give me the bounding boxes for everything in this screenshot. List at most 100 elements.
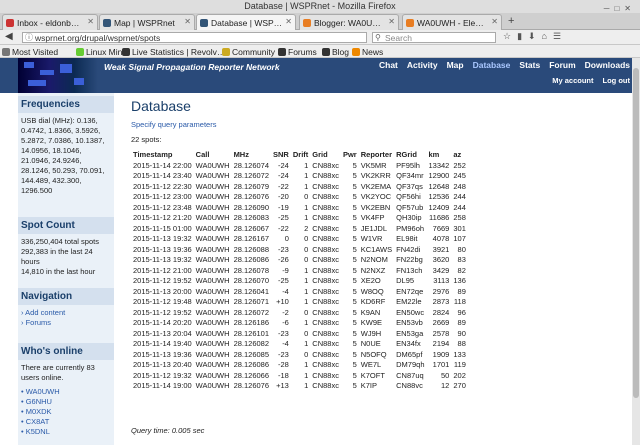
url-bar[interactable]: ⓘ wsprnet.org/drupal/wsprnet/spots xyxy=(22,32,367,43)
table-cell: WJ9H xyxy=(360,328,382,338)
bookmarks-bar: Most Visited Linux Mint Live Statistics | … xyxy=(0,45,640,58)
table-cell: EL98it xyxy=(396,234,418,244)
site-tagline: Weak Signal Propagation Reporter Network xyxy=(104,62,280,72)
table-cell: CN88xc xyxy=(312,328,339,338)
online-user[interactable]: • CX8AT xyxy=(21,417,111,427)
bookmark-item[interactable]: Live Statistics | Revolv… xyxy=(122,47,225,57)
navigation-item[interactable]: › Add content xyxy=(21,308,111,318)
user-nav-link[interactable]: My account xyxy=(552,76,593,85)
nav-link[interactable]: Chat xyxy=(379,60,398,70)
table-cell: 5 xyxy=(352,339,357,349)
column-header: km xyxy=(428,150,440,159)
browser-tab[interactable]: Map | WSPRnet ✕ xyxy=(99,14,195,30)
table-cell: KW9E xyxy=(360,318,382,328)
table-cell: 1701 xyxy=(432,360,450,370)
table-cell: 5 xyxy=(352,297,357,307)
wsprnet-logo[interactable] xyxy=(18,58,98,93)
table-cell: FN42di xyxy=(396,244,421,254)
table-cell: +10 xyxy=(276,297,289,307)
online-user[interactable]: • G6NHU xyxy=(21,397,111,407)
table-cell: WA0UWH xyxy=(195,213,230,223)
online-user[interactable]: • M0XDK xyxy=(21,407,111,417)
table-cell: -23 xyxy=(278,349,289,359)
online-user[interactable]: • K5DNL xyxy=(21,427,111,437)
navigation-item[interactable]: › Forums xyxy=(21,318,111,328)
table-cell: 50 xyxy=(441,370,450,380)
nav-link[interactable]: Downloads xyxy=(585,60,630,70)
bookmark-item[interactable]: Community xyxy=(222,47,275,57)
nav-link[interactable]: Database xyxy=(473,60,511,70)
online-user-name: WA0UWH xyxy=(25,387,60,396)
table-cell: 28.126086 xyxy=(233,255,270,265)
table-cell: 2015-11-14 20:20 xyxy=(133,318,192,328)
table-cell: 1 xyxy=(304,265,309,275)
table-cell: 0 xyxy=(304,307,309,317)
table-cell: 301 xyxy=(453,223,466,233)
nav-link[interactable]: Map xyxy=(447,60,464,70)
bookmark-icon xyxy=(222,48,230,56)
table-cell: 28.126085 xyxy=(233,349,270,359)
online-user[interactable]: • WA0UWH xyxy=(21,387,111,397)
table-cell: -25 xyxy=(278,213,289,223)
window-titlebar: Database | WSPRnet - Mozilla Firefox ─□✕ xyxy=(0,0,640,13)
back-arrow-icon[interactable]: ◀ xyxy=(5,31,13,42)
table-cell: KD6RF xyxy=(360,297,386,307)
table-cell: -18 xyxy=(278,370,289,380)
bookmark-item[interactable]: News xyxy=(352,47,383,57)
table-cell: 245 xyxy=(453,171,466,181)
bookmark-item[interactable]: Linux Mint xyxy=(76,47,125,57)
navigation-item-label: Add content xyxy=(25,308,66,317)
table-cell: 5 xyxy=(352,349,357,359)
table-cell: 5 xyxy=(352,192,357,202)
user-nav-link[interactable]: Log out xyxy=(603,76,631,85)
bookmark-item[interactable]: Most Visited xyxy=(2,47,58,57)
search-placeholder: Search xyxy=(385,33,412,43)
table-cell: 28.126076 xyxy=(233,192,270,202)
table-cell: WA0UWH xyxy=(195,381,230,391)
navigation-block: Navigation › Add content › Forums xyxy=(18,288,114,331)
nav-link[interactable]: Activity xyxy=(407,60,438,70)
close-tab-icon[interactable]: ✕ xyxy=(87,17,94,26)
column-header: Call xyxy=(195,150,210,159)
table-cell: 1 xyxy=(304,360,309,370)
column-header: Grid xyxy=(312,150,328,159)
table-cell: 270 xyxy=(453,381,466,391)
browser-tab[interactable]: Blogger: WA0U… ✕ xyxy=(299,14,399,30)
table-cell: N0UE xyxy=(360,339,381,349)
tab-favicon-icon xyxy=(6,19,14,27)
table-cell: 5 xyxy=(352,381,357,391)
vertical-scrollbar[interactable] xyxy=(632,58,640,445)
spot-count-day: 292,383 in the last 24 hours xyxy=(21,247,93,266)
browser-tab[interactable]: Database | WSP… ✕ xyxy=(196,14,296,30)
table-cell: 12 xyxy=(441,381,450,391)
close-tab-icon[interactable]: ✕ xyxy=(491,17,498,26)
table-cell: DL95 xyxy=(396,276,415,286)
table-cell: XE2O xyxy=(360,276,381,286)
user-navigation: My account Log out xyxy=(543,76,630,85)
table-cell: N5OFQ xyxy=(360,349,387,359)
specify-query-link[interactable]: Specify query parameters xyxy=(131,120,216,129)
browser-tab[interactable]: WA0UWH - Ele… ✕ xyxy=(402,14,502,30)
bookmark-item[interactable]: Forums xyxy=(278,47,317,57)
table-cell: WE7L xyxy=(360,360,382,370)
table-cell: 107 xyxy=(453,234,466,244)
table-cell: 2015-11-13 20:40 xyxy=(133,360,192,370)
url-text: wsprnet.org/drupal/wsprnet/spots xyxy=(35,33,161,43)
nav-link[interactable]: Forum xyxy=(549,60,575,70)
table-cell: WA0UWH xyxy=(195,349,230,359)
nav-link[interactable]: Stats xyxy=(519,60,540,70)
table-cell: WA0UWH xyxy=(195,223,230,233)
browser-tab[interactable]: Inbox - eldonb… ✕ xyxy=(2,14,98,30)
table-cell: W1VR xyxy=(360,234,383,244)
table-cell: WA0UWH xyxy=(195,297,230,307)
toolbar-icons[interactable]: ☆▮⬇⌂☰ xyxy=(503,31,567,42)
table-cell: 28.126088 xyxy=(233,244,270,254)
new-tab-button[interactable]: + xyxy=(508,15,514,27)
scrollbar-thumb[interactable] xyxy=(633,68,639,398)
table-cell: WA0UWH xyxy=(195,171,230,181)
close-tab-icon[interactable]: ✕ xyxy=(285,17,292,26)
close-tab-icon[interactable]: ✕ xyxy=(388,17,395,26)
bookmark-item[interactable]: Blog xyxy=(322,47,349,57)
search-input[interactable]: ⚲ Search xyxy=(372,32,496,43)
close-tab-icon[interactable]: ✕ xyxy=(184,17,191,26)
